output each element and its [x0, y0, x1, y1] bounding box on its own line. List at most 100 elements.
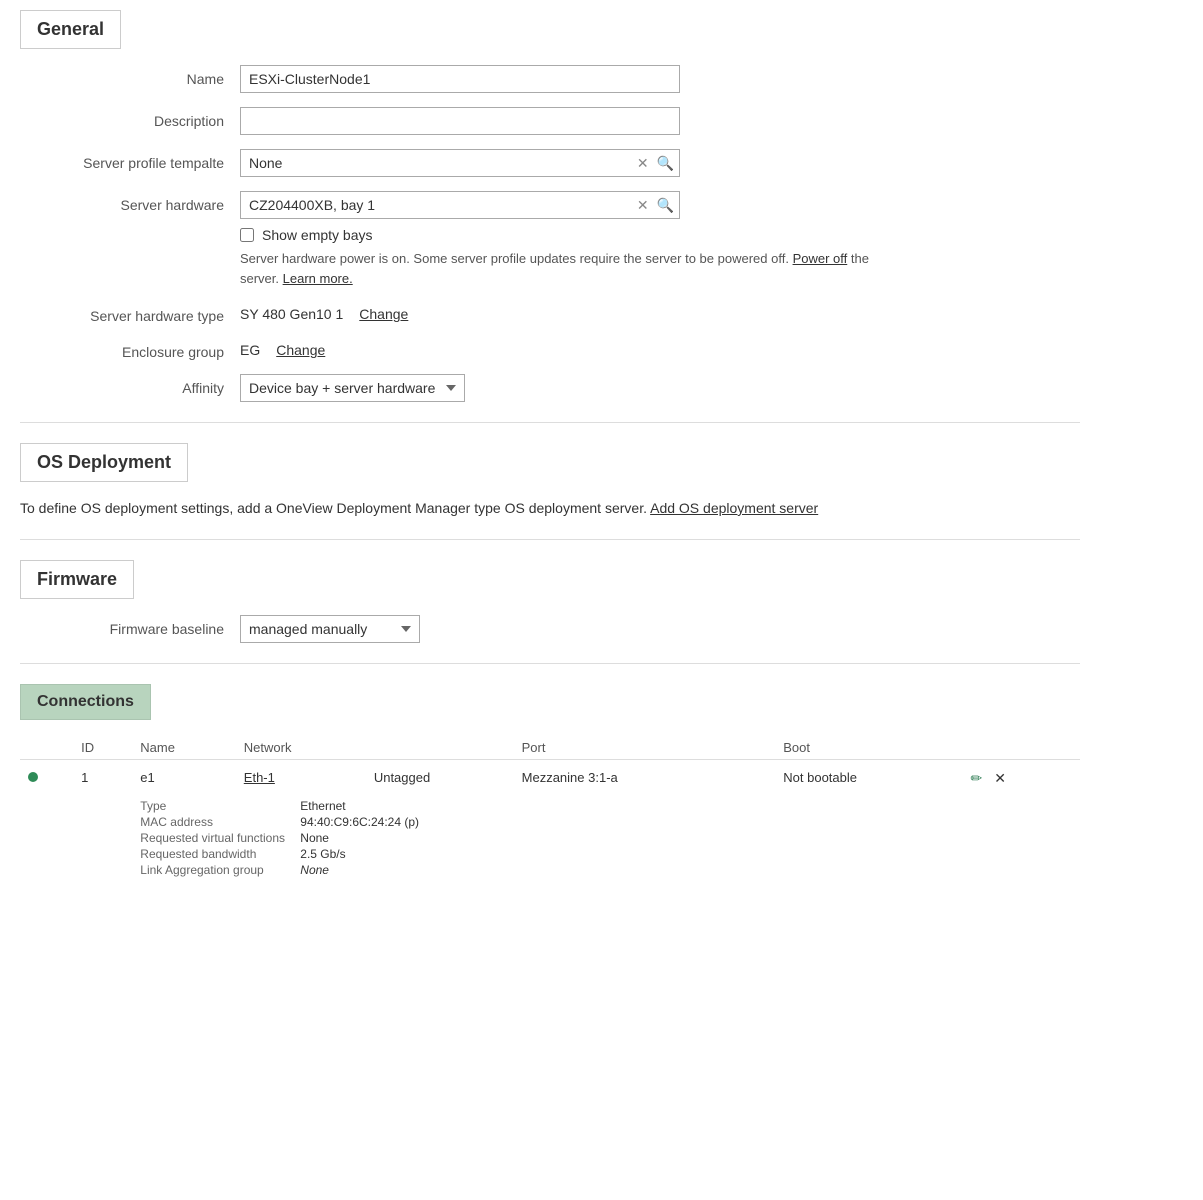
firmware-baseline-label: Firmware baseline	[20, 615, 240, 637]
server-hardware-type-row: Server hardware type SY 480 Gen10 1 Chan…	[20, 302, 1080, 324]
name-input[interactable]	[240, 65, 680, 93]
col-actions	[959, 736, 1081, 760]
sub-value-type: Ethernet	[300, 799, 345, 813]
sub-row-type: Type Ethernet	[140, 799, 1072, 813]
server-profile-template-label: Server profile tempalte	[20, 149, 240, 171]
conn-sub-table: Type Ethernet MAC address 94:40:C9:6C:24…	[140, 799, 1072, 877]
conn-name: e1	[140, 770, 154, 785]
conn-actions-cell: ✏ ✕	[959, 760, 1081, 792]
conn-delete-button[interactable]: ✕	[990, 770, 1010, 787]
conn-status-cell	[20, 760, 73, 792]
conn-boot: Not bootable	[783, 770, 857, 785]
server-hardware-control: ✕ 🔍 Show empty bays Server hardware powe…	[240, 191, 1080, 288]
server-profile-template-search-icon[interactable]: 🔍	[655, 154, 676, 172]
table-row-sub: Type Ethernet MAC address 94:40:C9:6C:24…	[20, 791, 1080, 883]
server-profile-template-input[interactable]	[240, 149, 680, 177]
server-profile-template-icons: ✕ 🔍	[635, 154, 676, 172]
conn-tag-cell: Untagged	[366, 760, 514, 792]
os-deployment-section: OS Deployment To define OS deployment se…	[20, 443, 1080, 519]
conn-network-tag: Untagged	[374, 770, 430, 785]
server-hardware-type-value: SY 480 Gen10 1	[240, 306, 343, 322]
server-hardware-icons: ✕ 🔍	[635, 196, 676, 214]
sub-value-lag: None	[300, 863, 329, 877]
description-label: Description	[20, 107, 240, 129]
firmware-section-header: Firmware	[20, 560, 134, 599]
conn-port: Mezzanine 3:1-a	[522, 770, 618, 785]
os-deployment-info: To define OS deployment settings, add a …	[20, 498, 1080, 519]
conn-network-cell: Eth-1	[236, 760, 366, 792]
enclosure-group-value: EG	[240, 342, 260, 358]
col-spacer	[743, 736, 776, 760]
conn-sub-details: Type Ethernet MAC address 94:40:C9:6C:24…	[132, 791, 1080, 883]
power-off-link[interactable]: Power off	[793, 251, 848, 266]
conn-network-link[interactable]: Eth-1	[244, 770, 275, 785]
server-hardware-type-change-button[interactable]: Change	[359, 306, 408, 322]
server-profile-template-control: ✕ 🔍	[240, 149, 1080, 177]
name-label: Name	[20, 65, 240, 87]
server-profile-template-clear-icon[interactable]: ✕	[635, 154, 651, 172]
connections-header-row: ID Name Network Port Boot	[20, 736, 1080, 760]
affinity-control: Device bay + server hardware Device bay	[240, 374, 1080, 402]
server-hardware-type-control: SY 480 Gen10 1 Change	[240, 302, 1080, 322]
conn-port-cell: Mezzanine 3:1-a	[514, 760, 743, 792]
sub-value-mac: 94:40:C9:6C:24:24 (p)	[300, 815, 419, 829]
affinity-row: Affinity Device bay + server hardware De…	[20, 374, 1080, 402]
sub-value-vf: None	[300, 831, 329, 845]
conn-status-dot	[28, 772, 38, 782]
conn-action-icons: ✏ ✕	[967, 770, 1010, 787]
enclosure-group-value-row: EG Change	[240, 338, 1080, 358]
firmware-divider	[20, 663, 1080, 664]
show-empty-bays-row: Show empty bays	[240, 227, 1080, 243]
power-info-text: Server hardware power is on. Some server…	[240, 249, 880, 288]
server-hardware-clear-icon[interactable]: ✕	[635, 196, 651, 214]
col-name: Name	[132, 736, 236, 760]
os-deployment-section-header: OS Deployment	[20, 443, 188, 482]
sub-label-vf: Requested virtual functions	[140, 831, 300, 845]
col-boot: Boot	[775, 736, 958, 760]
description-control	[240, 107, 1080, 135]
server-hardware-row: Server hardware ✕ 🔍 Show empty bays Serv…	[20, 191, 1080, 288]
description-input[interactable]	[240, 107, 680, 135]
col-port: Port	[514, 736, 743, 760]
server-hardware-type-value-row: SY 480 Gen10 1 Change	[240, 302, 1080, 322]
connections-table-body: 1 e1 Eth-1 Untagged Mezzanine 3:1-a	[20, 760, 1080, 884]
server-hardware-input-wrapper: ✕ 🔍	[240, 191, 680, 219]
general-section-header: General	[20, 10, 121, 49]
add-os-deployment-server-link[interactable]: Add OS deployment server	[650, 500, 818, 516]
name-control	[240, 65, 1080, 93]
conn-id: 1	[81, 770, 88, 785]
affinity-select[interactable]: Device bay + server hardware Device bay	[240, 374, 465, 402]
sub-row-vf: Requested virtual functions None	[140, 831, 1072, 845]
sub-value-bw: 2.5 Gb/s	[300, 847, 345, 861]
conn-spacer-cell	[743, 760, 776, 792]
show-empty-bays-checkbox[interactable]	[240, 228, 254, 242]
conn-boot-cell: Not bootable	[775, 760, 958, 792]
conn-sub-spacer	[20, 791, 132, 883]
name-row: Name	[20, 65, 1080, 93]
sub-row-bw: Requested bandwidth 2.5 Gb/s	[140, 847, 1072, 861]
learn-more-link[interactable]: Learn more.	[283, 271, 353, 286]
firmware-section: Firmware Firmware baseline managed manua…	[20, 560, 1080, 643]
enclosure-group-row: Enclosure group EG Change	[20, 338, 1080, 360]
sub-label-bw: Requested bandwidth	[140, 847, 300, 861]
general-section: General Name Description Server profile …	[20, 10, 1080, 402]
affinity-label: Affinity	[20, 374, 240, 396]
firmware-baseline-control: managed manually No baseline Custom	[240, 615, 1080, 643]
sub-label-mac: MAC address	[140, 815, 300, 829]
firmware-baseline-select[interactable]: managed manually No baseline Custom	[240, 615, 420, 643]
table-row: 1 e1 Eth-1 Untagged Mezzanine 3:1-a	[20, 760, 1080, 792]
conn-edit-button[interactable]: ✏	[967, 770, 987, 787]
connections-section-header: Connections	[20, 684, 151, 720]
show-empty-bays-label[interactable]: Show empty bays	[262, 227, 373, 243]
server-hardware-search-icon[interactable]: 🔍	[655, 196, 676, 214]
server-hardware-label: Server hardware	[20, 191, 240, 213]
general-divider	[20, 422, 1080, 423]
server-profile-template-row: Server profile tempalte ✕ 🔍	[20, 149, 1080, 177]
sub-label-type: Type	[140, 799, 300, 813]
col-id: ID	[73, 736, 132, 760]
server-hardware-input[interactable]	[240, 191, 680, 219]
col-network-tag	[366, 736, 514, 760]
connections-table: ID Name Network Port Boot 1	[20, 736, 1080, 883]
enclosure-group-change-button[interactable]: Change	[276, 342, 325, 358]
sub-label-lag: Link Aggregation group	[140, 863, 300, 877]
